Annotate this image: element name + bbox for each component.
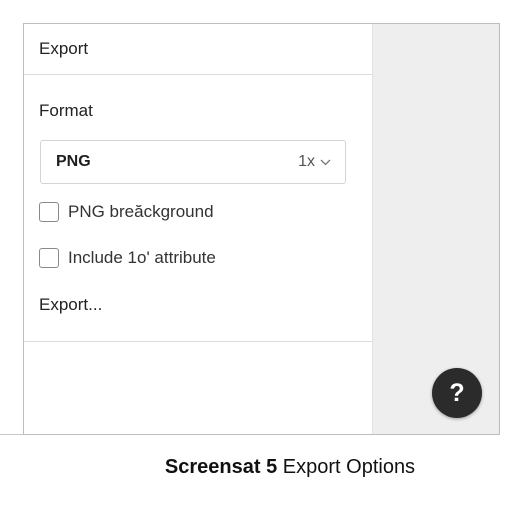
export-panel: Export Format PNG 1x PNG breăckground In… — [24, 24, 372, 434]
format-value: PNG — [56, 153, 91, 170]
export-dialog: Export Format PNG 1x PNG breăckground In… — [23, 23, 500, 435]
question-mark-icon: ? — [449, 378, 465, 407]
include-attribute-label: Include 1o' attribute — [68, 248, 216, 267]
include-attribute-option[interactable]: Include 1o' attribute — [39, 248, 216, 268]
png-background-label: PNG breăckground — [68, 202, 214, 221]
panel-header: Export — [24, 24, 372, 75]
scale-value: 1x — [298, 153, 315, 170]
divider — [24, 341, 372, 342]
include-attribute-checkbox[interactable] — [39, 248, 59, 268]
panel-title: Export — [39, 39, 89, 58]
chevron-down-icon — [320, 159, 331, 166]
side-panel — [372, 24, 499, 434]
format-select[interactable]: PNG 1x — [40, 140, 346, 184]
format-label: Format — [39, 101, 93, 120]
png-background-checkbox[interactable] — [39, 202, 59, 222]
caption-text: Export Options — [277, 456, 416, 478]
figure-caption: Screensat 5 Export Options — [0, 456, 526, 479]
help-button[interactable]: ? — [432, 368, 482, 418]
png-background-option[interactable]: PNG breăckground — [39, 202, 214, 222]
left-rule — [0, 434, 23, 435]
caption-number: Screensat 5 — [164, 456, 278, 478]
scale-dropdown[interactable]: 1x — [298, 153, 331, 171]
export-button[interactable]: Export... — [39, 295, 102, 315]
